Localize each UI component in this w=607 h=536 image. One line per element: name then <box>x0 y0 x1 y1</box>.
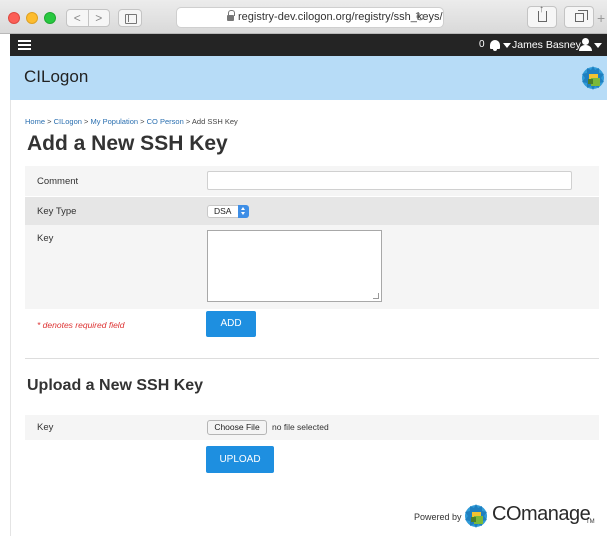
comment-row: Comment <box>25 166 599 196</box>
user-icon[interactable] <box>579 38 592 51</box>
bell-icon[interactable] <box>490 40 500 51</box>
breadcrumb-my-population[interactable]: My Population <box>91 117 139 126</box>
comment-label: Comment <box>37 176 79 187</box>
key-type-select[interactable]: DSA <box>207 205 249 218</box>
notification-count[interactable]: 0 <box>479 37 485 53</box>
resize-handle-icon[interactable] <box>373 293 379 299</box>
share-icon[interactable] <box>527 4 557 28</box>
breadcrumb-co-person[interactable]: CO Person <box>147 117 184 126</box>
chevron-down-icon[interactable] <box>594 43 602 48</box>
select-arrows-icon <box>238 205 249 218</box>
chevron-down-icon[interactable] <box>503 43 511 48</box>
upload-button[interactable]: UPLOAD <box>206 446 274 473</box>
minimize-window-button[interactable] <box>26 12 38 24</box>
add-row: * denotes required field ADD <box>25 309 599 349</box>
key-textarea[interactable] <box>207 230 382 302</box>
menu-icon[interactable] <box>18 40 31 50</box>
back-button[interactable]: < <box>67 10 88 26</box>
section-divider <box>25 358 599 359</box>
powered-by-text: Powered by <box>414 512 462 522</box>
lock-icon <box>227 10 235 22</box>
upload-section-title: Upload a New SSH Key <box>27 377 204 394</box>
tab-overview-icon[interactable] <box>564 6 594 28</box>
key-label: Key <box>37 233 54 244</box>
reload-icon[interactable]: ↻ <box>415 8 425 27</box>
sidebar-toggle-icon[interactable] <box>118 9 142 27</box>
brand-header: CILogon <box>10 56 607 100</box>
required-field-note: * denotes required field <box>37 320 125 330</box>
user-menu-name[interactable]: James Basney <box>512 37 581 53</box>
cilogon-logo-icon <box>582 66 604 90</box>
breadcrumb-current: Add SSH Key <box>191 117 238 126</box>
url-text: registry-dev.cilogon.org/registry/ssh_ke… <box>238 11 443 23</box>
key-row: Key <box>25 225 599 309</box>
site-title[interactable]: CILogon <box>24 67 88 87</box>
comanage-logo-icon <box>465 504 487 528</box>
breadcrumb-home[interactable]: Home <box>25 117 45 126</box>
close-window-button[interactable] <box>8 12 20 24</box>
app-top-bar: 0 James Basney <box>10 34 607 56</box>
key-type-label: Key Type <box>37 206 77 217</box>
trademark-mark: TM <box>586 519 595 525</box>
address-bar[interactable]: registry-dev.cilogon.org/registry/ssh_ke… <box>176 7 444 28</box>
new-tab-icon[interactable]: + <box>597 10 605 26</box>
browser-toolbar: < > registry-dev.cilogon.org/registry/ss… <box>0 0 607 34</box>
upload-key-row: Key Choose File no file selected <box>25 415 599 440</box>
key-type-row: Key Type DSA <box>25 197 599 225</box>
comanage-wordmark: COmanage <box>492 503 591 525</box>
upload-key-label: Key <box>37 422 54 433</box>
main-content: Home > CILogon > My Population > CO Pers… <box>10 100 607 536</box>
forward-button[interactable]: > <box>87 10 110 26</box>
history-nav: < > <box>66 9 110 27</box>
page-title: Add a New SSH Key <box>27 132 228 155</box>
add-button[interactable]: ADD <box>206 311 256 337</box>
choose-file-button[interactable]: Choose File <box>207 420 267 435</box>
zoom-window-button[interactable] <box>44 12 56 24</box>
breadcrumb-cilogon[interactable]: CILogon <box>54 117 82 126</box>
file-status-text: no file selected <box>272 422 329 432</box>
comment-input[interactable] <box>207 171 572 190</box>
breadcrumb: Home > CILogon > My Population > CO Pers… <box>25 117 238 126</box>
